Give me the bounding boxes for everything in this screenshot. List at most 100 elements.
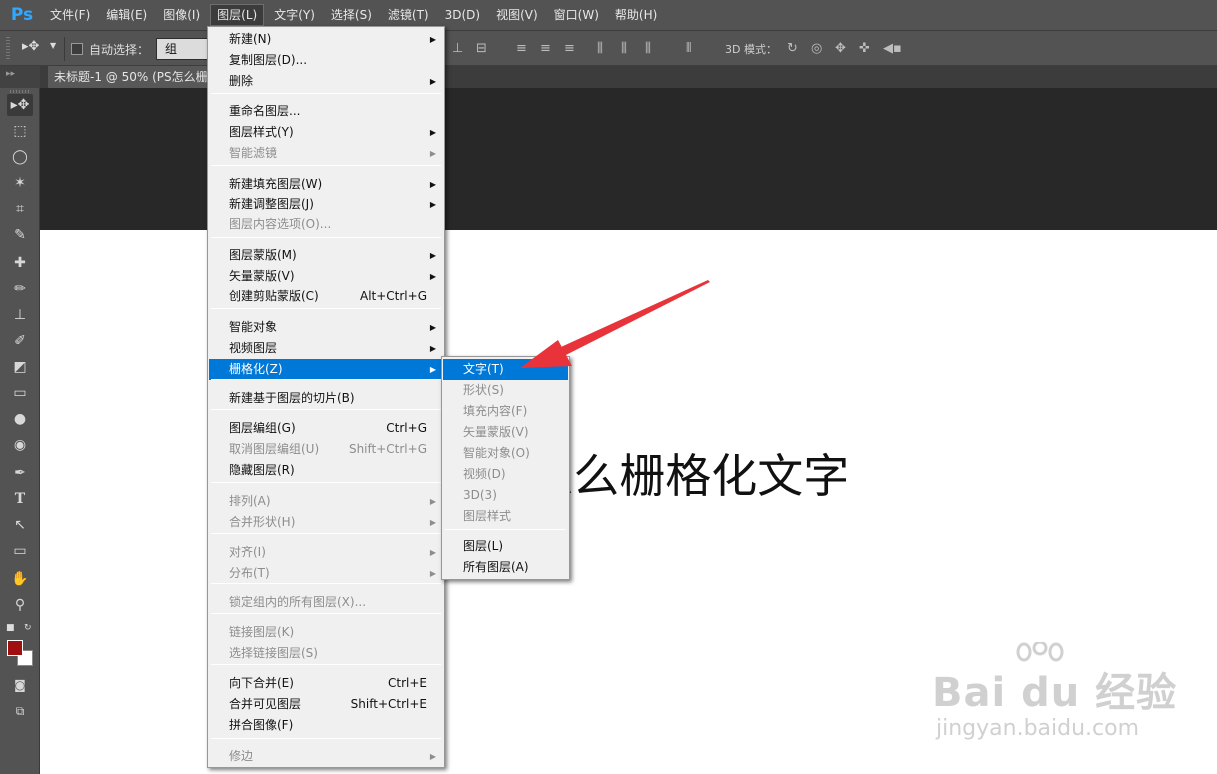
shape-tool-icon[interactable]: ▭ [7, 540, 33, 562]
menu-item-label: 新建基于图层的切片(B) [229, 391, 355, 405]
layer-menu-item[interactable]: 合并可见图层 Shift+Ctrl+E [209, 694, 443, 715]
gradient-tool-icon[interactable]: ▭ [7, 382, 33, 404]
auto-select-label: 自动选择： [89, 43, 150, 57]
layer-menu-item[interactable]: 重命名图层... [209, 101, 443, 122]
menu-image[interactable]: 图像(I) [157, 4, 206, 26]
distribute-hcenter-icon[interactable]: ⫼ [621, 41, 627, 56]
blur-tool-icon[interactable]: ● [7, 408, 33, 430]
align-bottom-edges-icon[interactable]: ⊟ [476, 41, 487, 56]
collapse-icon[interactable]: ▸▸ [6, 69, 15, 79]
options-grip[interactable] [6, 37, 10, 61]
eraser-tool-icon[interactable]: ◩ [7, 356, 33, 378]
distribute-vcenter-icon[interactable]: ≡ [540, 41, 551, 56]
dodge-tool-icon[interactable]: ◉ [7, 434, 33, 456]
layer-menu-item[interactable]: 拼合图像(F) [209, 715, 443, 736]
menu-3d[interactable]: 3D(D) [439, 4, 486, 26]
3d-roll-icon[interactable]: ◎ [811, 41, 822, 56]
menu-edit[interactable]: 编辑(E) [100, 4, 153, 26]
hand-tool-icon[interactable]: ✋ [7, 568, 33, 590]
menu-window[interactable]: 窗口(W) [548, 4, 605, 26]
3d-scale-icon[interactable]: ◀▪ [883, 41, 902, 56]
layer-menu-item[interactable]: 图层编组(G) Ctrl+G [209, 418, 443, 439]
menu-separator [211, 165, 441, 166]
layer-menu-item: 图层内容选项(O)... [209, 214, 443, 235]
default-colors-icon[interactable]: ■ [6, 623, 15, 633]
layer-menu-item[interactable]: 新建基于图层的切片(B) [209, 388, 443, 409]
layer-menu-item[interactable]: 视频图层 ▶ [209, 338, 443, 359]
layer-menu-item[interactable]: 隐藏图层(R) [209, 460, 443, 481]
3d-rotate-icon[interactable]: ↻ [787, 41, 798, 56]
clone-stamp-icon[interactable]: ⊥ [7, 304, 33, 326]
menu-filter[interactable]: 滤镜(T) [382, 4, 435, 26]
brush-tool-icon[interactable]: ✏ [7, 278, 33, 300]
menu-item-label: 智能滤镜 [229, 146, 278, 160]
layer-menu-item[interactable]: 创建剪贴蒙版(C) Alt+Ctrl+G [209, 286, 443, 307]
crop-tool-icon[interactable]: ⌗ [7, 198, 33, 220]
menu-type[interactable]: 文字(Y) [268, 4, 321, 26]
healing-brush-icon[interactable]: ✚ [7, 252, 33, 274]
menu-item-label: 智能对象 [229, 320, 278, 334]
move-tool-icon[interactable]: ▸✥ [7, 94, 33, 116]
menu-separator [211, 533, 441, 534]
3d-drag-icon[interactable]: ✥ [835, 41, 846, 56]
chevron-down-icon[interactable]: ▼ [50, 41, 56, 50]
menu-item-label: 图层蒙版(M) [229, 248, 297, 262]
path-selection-icon[interactable]: ↖ [7, 514, 33, 536]
layer-menu-item[interactable]: 新建(N) ▶ [209, 29, 443, 50]
layer-menu-item[interactable]: 智能对象 ▶ [209, 317, 443, 338]
toolbox-header[interactable]: ▸▸ [0, 66, 40, 88]
lasso-tool-icon[interactable]: ◯ [7, 146, 33, 168]
menu-item-label: 选择链接图层(S) [229, 646, 318, 660]
pen-tool-icon[interactable]: ✒ [7, 462, 33, 484]
menu-item-label: 视频图层 [229, 341, 278, 355]
layer-menu-item[interactable]: 复制图层(D)... [209, 50, 443, 71]
menu-separator [211, 613, 441, 614]
menu-help[interactable]: 帮助(H) [609, 4, 663, 26]
history-brush-icon[interactable]: ✐ [7, 330, 33, 352]
3d-slide-icon[interactable]: ✜ [859, 41, 870, 56]
rasterize-submenu-item[interactable]: 所有图层(A) [443, 557, 568, 578]
swap-colors-icon[interactable]: ↻ [24, 623, 32, 633]
menu-separator [211, 237, 441, 238]
layer-menu-item[interactable]: 删除 ▶ [209, 71, 443, 92]
menu-separator [445, 529, 566, 530]
layer-menu-item[interactable]: 图层蒙版(M) ▶ [209, 245, 443, 266]
layer-menu-item: 合并形状(H) ▶ [209, 512, 443, 533]
foreground-color-swatch[interactable] [7, 640, 23, 656]
distribute-right-icon[interactable]: ⫼ [645, 41, 651, 56]
menu-item-shortcut: Ctrl+E [388, 676, 427, 690]
menu-layer[interactable]: 图层(L) [210, 4, 265, 26]
layer-menu-item[interactable]: 向下合并(E) Ctrl+E [209, 673, 443, 694]
marquee-tool-icon[interactable]: ⬚ [7, 120, 33, 142]
rasterize-submenu-item[interactable]: 图层(L) [443, 536, 568, 557]
move-tool-icon[interactable]: ▸✥ [22, 39, 39, 54]
menu-item-label: 取消图层编组(U) [229, 442, 320, 456]
auto-select-checkbox[interactable] [71, 43, 83, 55]
layer-menu-item[interactable]: 栅格化(Z) ▶ [209, 359, 443, 380]
eyedropper-icon[interactable]: ✎ [7, 224, 33, 246]
quick-mask-icon[interactable]: ◙ [7, 674, 33, 696]
distribute-bottom-icon[interactable]: ≡ [564, 41, 575, 56]
align-bottom-icon[interactable]: ⊥ [452, 41, 463, 56]
layer-menu-item[interactable]: 图层样式(Y) ▶ [209, 122, 443, 143]
type-tool-icon[interactable]: T [7, 488, 33, 510]
auto-select-dropdown[interactable]: 组 [156, 38, 208, 60]
auto-align-icon[interactable]: ⫴ [686, 41, 691, 56]
menu-item-label: 图层样式(Y) [229, 125, 294, 139]
layer-menu-item[interactable]: 矢量蒙版(V) ▶ [209, 266, 443, 287]
menu-file[interactable]: 文件(F) [44, 4, 96, 26]
distribute-left-icon[interactable]: ⫼ [597, 41, 603, 56]
layer-menu-item[interactable]: 新建调整图层(J) ▶ [209, 194, 443, 215]
menu-select[interactable]: 选择(S) [325, 4, 378, 26]
layer-menu-item: 锁定组内的所有图层(X)... [209, 592, 443, 613]
rasterize-submenu-item: 形状(S) [463, 383, 504, 397]
zoom-tool-icon[interactable]: ⚲ [7, 594, 33, 616]
submenu-arrow-icon: ▶ [429, 200, 436, 209]
menu-separator [211, 379, 441, 380]
magic-wand-icon[interactable]: ✶ [7, 172, 33, 194]
screen-mode-icon[interactable]: ⧉ [7, 700, 33, 722]
toolbox-grip[interactable] [10, 90, 30, 93]
layer-menu-item[interactable]: 新建填充图层(W) ▶ [209, 174, 443, 195]
menu-view[interactable]: 视图(V) [490, 4, 544, 26]
distribute-top-icon[interactable]: ≡ [516, 41, 527, 56]
